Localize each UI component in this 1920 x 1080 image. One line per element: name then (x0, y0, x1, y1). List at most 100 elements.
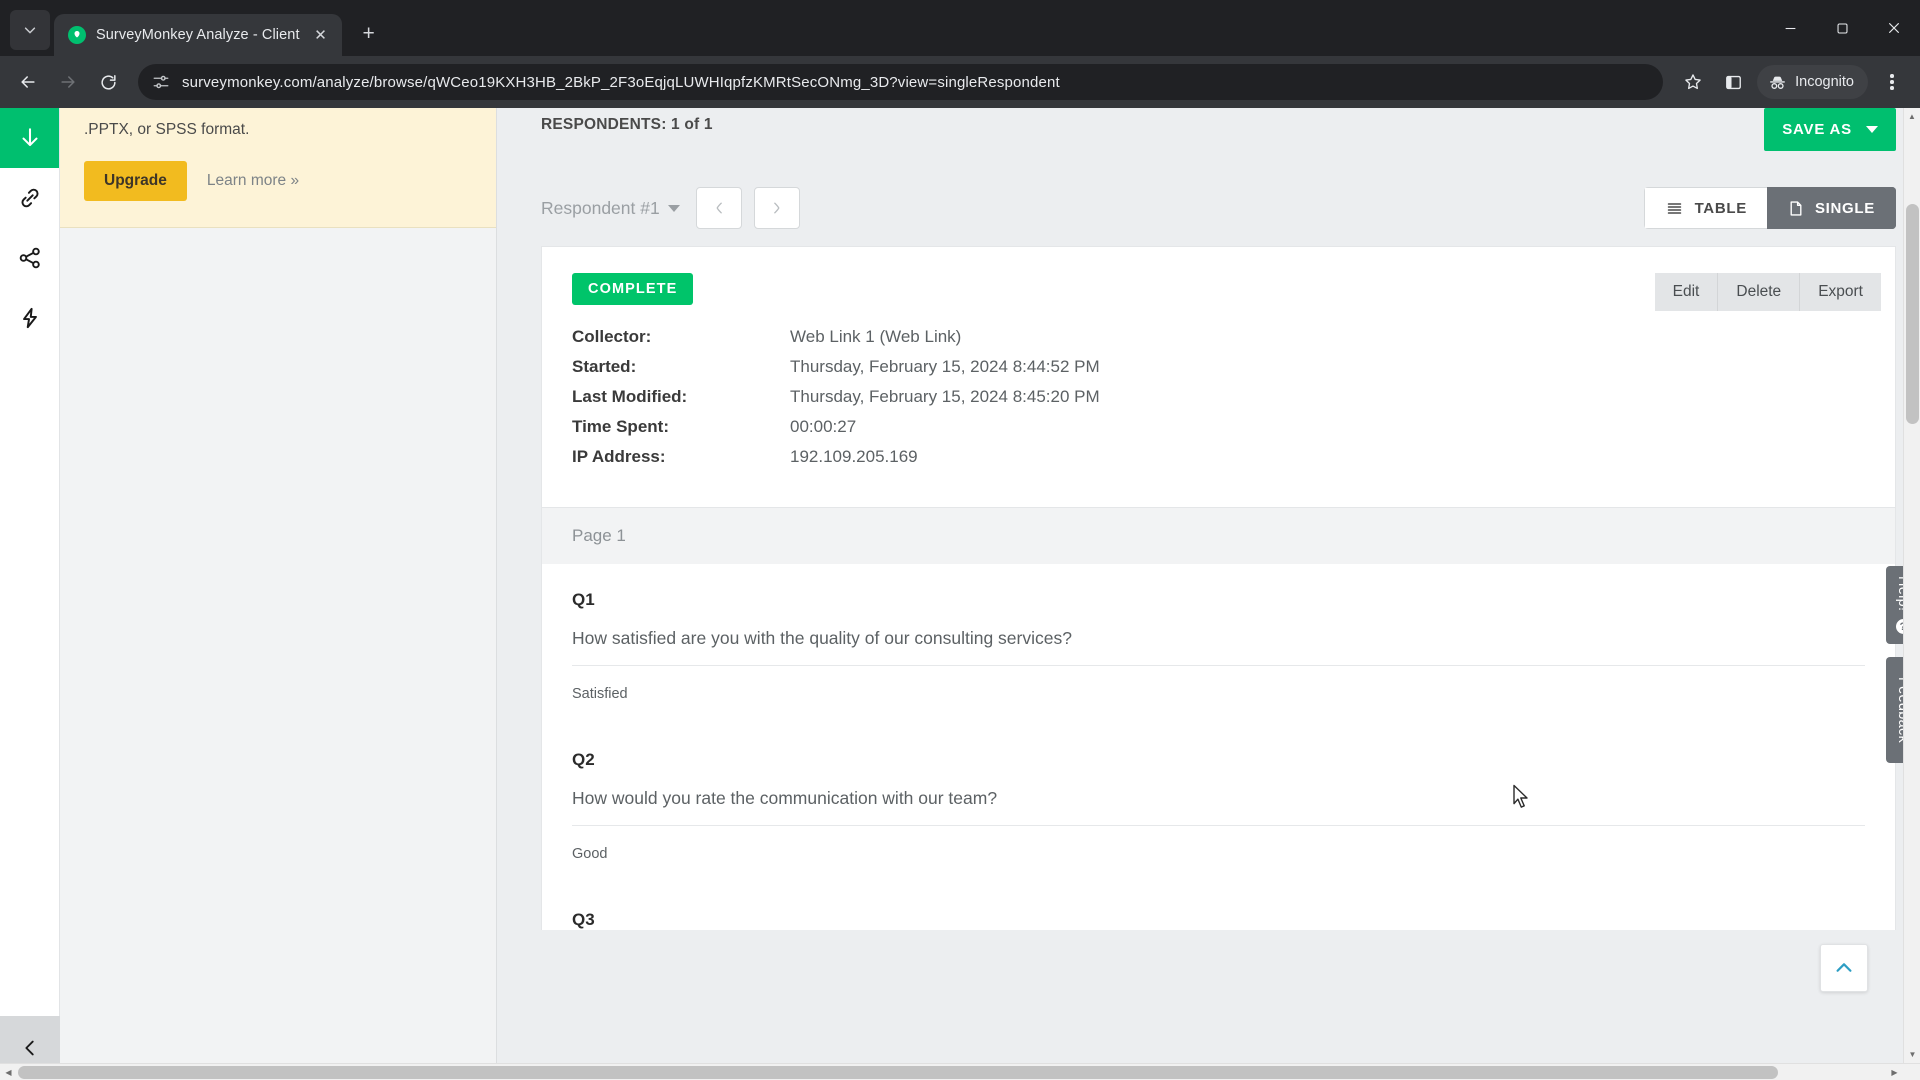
incognito-indicator[interactable]: Incognito (1757, 65, 1868, 99)
caret-down-icon (1866, 126, 1878, 133)
tab-single-label: SINGLE (1814, 199, 1875, 217)
learn-more-link[interactable]: Learn more » (207, 172, 299, 190)
download-arrow-icon (21, 128, 38, 147)
list-lines-icon (1667, 202, 1681, 214)
lightning-bolt-icon (22, 307, 37, 329)
meta-label: Time Spent: (572, 417, 669, 436)
rail-item-share[interactable] (0, 228, 59, 288)
question-item: Q3 (572, 884, 1865, 930)
respondent-toolbar: Respondent #1 TABLE SINGLE (497, 170, 1920, 246)
upgrade-button[interactable]: Upgrade (84, 161, 187, 202)
side-panel-button[interactable] (1715, 64, 1751, 100)
minimize-button[interactable] (1764, 0, 1816, 56)
window-controls (1764, 0, 1920, 56)
tab-table-view[interactable]: TABLE (1643, 187, 1767, 229)
mouse-cursor (1512, 784, 1532, 817)
next-respondent-button[interactable] (753, 187, 800, 229)
scroll-up-arrow-icon[interactable]: ▲ (1904, 108, 1920, 125)
chevron-down-icon (24, 27, 36, 34)
forward-button[interactable] (50, 64, 86, 100)
link-icon (21, 188, 38, 208)
tab-search-button[interactable] (10, 10, 50, 50)
rail-item-share-link[interactable] (0, 168, 59, 228)
save-as-button[interactable]: SAVE AS (1764, 108, 1896, 151)
share-nodes-icon (19, 247, 40, 269)
close-icon[interactable]: ✕ (310, 24, 332, 46)
chevron-up-icon (1836, 963, 1852, 972)
tab-title: SurveyMonkey Analyze - Client (96, 27, 300, 43)
question-answer: Good (572, 825, 1865, 884)
question-item: Q2 How would you rate the communication … (572, 724, 1865, 884)
rail-item-integrations[interactable] (0, 288, 59, 348)
promo-text: .PPTX, or SPSS format. (84, 121, 250, 138)
back-arrow-icon (21, 76, 35, 88)
tab-single-view[interactable]: SINGLE (1766, 187, 1896, 229)
reload-icon (100, 74, 116, 90)
window-close-button[interactable] (1868, 0, 1920, 56)
respondent-metadata: Collector: Web Link 1 (Web Link) Started… (572, 327, 1865, 467)
meta-row-started: Started: Thursday, February 15, 2024 8:4… (572, 357, 1865, 377)
previous-respondent-button[interactable] (695, 187, 742, 229)
chevron-left-icon (25, 1040, 34, 1056)
vertical-scrollbar[interactable]: ▲ ▼ (1903, 108, 1920, 1063)
promo-actions: Upgrade Learn more » (84, 161, 472, 202)
bookmark-button[interactable] (1675, 64, 1711, 100)
address-bar[interactable]: surveymonkey.com/analyze/browse/qWCeo19K… (138, 64, 1664, 100)
respondent-actions: Edit Delete Export (1654, 273, 1881, 311)
new-tab-button[interactable]: + (352, 17, 386, 51)
question-text: How satisfied are you with the quality o… (572, 628, 1072, 648)
meta-label: IP Address: (572, 447, 666, 466)
close-icon (1889, 23, 1899, 33)
horizontal-scrollbar[interactable]: ◀ ▶ (0, 1063, 1920, 1080)
left-panel: .PPTX, or SPSS format. Upgrade Learn mor… (60, 108, 497, 1080)
vertical-scroll-thumb[interactable] (1906, 204, 1919, 424)
respondent-navigation: Respondent #1 (541, 187, 800, 229)
question-text: How would you rate the communication wit… (572, 788, 998, 808)
edit-button[interactable]: Edit (1654, 273, 1719, 311)
export-button[interactable]: Export (1800, 273, 1881, 311)
question-number: Q2 (572, 750, 595, 769)
forward-arrow-icon (61, 76, 75, 88)
meta-value: 00:00:27 (790, 417, 857, 436)
meta-row-last-modified: Last Modified: Thursday, February 15, 20… (572, 387, 1865, 407)
question-number: Q1 (572, 590, 595, 609)
respondent-select[interactable]: Respondent #1 (541, 198, 684, 219)
star-icon (1685, 74, 1701, 90)
respondent-card: COMPLETE Edit Delete Export Collector: W… (541, 246, 1896, 930)
scroll-down-arrow-icon[interactable]: ▼ (1904, 1046, 1920, 1063)
right-triangle-icon (773, 202, 780, 214)
reload-button[interactable] (90, 64, 126, 100)
meta-value: Web Link 1 (Web Link) (790, 327, 962, 346)
delete-button[interactable]: Delete (1718, 273, 1801, 311)
scroll-right-arrow-icon[interactable]: ▶ (1886, 1064, 1903, 1080)
question-item: Q1 How satisfied are you with the qualit… (572, 564, 1865, 724)
surveymonkey-logo-icon (68, 26, 86, 44)
tune-icon[interactable] (152, 73, 170, 91)
maximize-icon (1837, 23, 1847, 33)
incognito-label: Incognito (1795, 74, 1854, 90)
main-header: RESPONDENTS: 1 of 1 SAVE AS (497, 108, 1920, 170)
browser-menu-button[interactable] (1874, 64, 1910, 100)
meta-row-time-spent: Time Spent: 00:00:27 (572, 417, 1865, 437)
meta-value: Thursday, February 15, 2024 8:44:52 PM (790, 357, 1100, 376)
maximize-button[interactable] (1816, 0, 1868, 56)
tab-table-label: TABLE (1694, 199, 1747, 217)
horizontal-scroll-thumb[interactable] (18, 1066, 1778, 1079)
scroll-left-arrow-icon[interactable]: ◀ (0, 1064, 17, 1080)
side-panel-icon (1725, 75, 1741, 89)
browser-tab[interactable]: SurveyMonkey Analyze - Client ✕ (54, 14, 342, 56)
meta-label: Started: (572, 357, 637, 376)
meta-row-ip-address: IP Address: 192.109.205.169 (572, 447, 1865, 467)
respondent-select-label: Respondent #1 (541, 197, 660, 218)
back-button[interactable] (10, 64, 46, 100)
page-viewport: .PPTX, or SPSS format. Upgrade Learn mor… (0, 108, 1920, 1080)
save-as-label: SAVE AS (1782, 121, 1852, 138)
rail-item-export[interactable] (0, 108, 59, 168)
browser-toolbar: surveymonkey.com/analyze/browse/qWCeo19K… (0, 56, 1920, 108)
url-text: surveymonkey.com/analyze/browse/qWCeo19K… (182, 73, 1060, 91)
respondent-summary: COMPLETE Edit Delete Export Collector: W… (542, 247, 1895, 507)
scroll-to-top-button[interactable] (1820, 944, 1868, 992)
status-badge: COMPLETE (572, 273, 694, 305)
meta-row-collector: Collector: Web Link 1 (Web Link) (572, 327, 1865, 347)
respondents-count: RESPONDENTS: 1 of 1 (541, 116, 713, 133)
